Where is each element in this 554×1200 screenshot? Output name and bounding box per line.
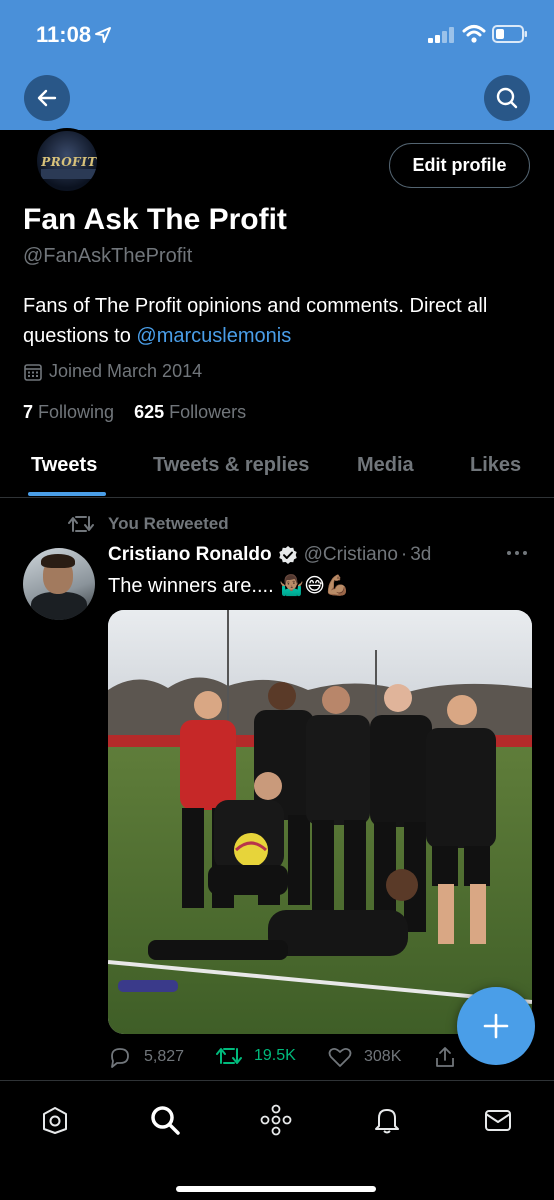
followers-count: 625 (134, 402, 165, 422)
heart-icon (328, 1047, 352, 1067)
tab-media[interactable]: Media (357, 454, 414, 477)
tweet-author-handle[interactable]: @Cristiano (304, 544, 398, 566)
tweet-separator: · (400, 544, 408, 565)
profile-avatar[interactable]: PROFIT (34, 128, 100, 194)
avatar-logo-bar (41, 169, 97, 179)
follow-counts: 7 Following 625 Followers (23, 402, 246, 423)
avatar-logo-text: PROFIT (41, 155, 97, 169)
battery-icon (492, 25, 527, 43)
reply-icon (111, 1048, 129, 1068)
following-count: 7 (23, 402, 34, 422)
status-time: 11:08 (36, 22, 92, 47)
compose-tweet-button[interactable] (457, 987, 535, 1065)
following-label: Following (38, 402, 115, 422)
home-indicator (176, 1186, 376, 1192)
retweet-icon (68, 516, 94, 532)
status-bar: 11:08 (0, 0, 554, 70)
calendar-icon (24, 363, 42, 381)
wifi-icon (462, 25, 486, 43)
retweet-context: You Retweeted (68, 514, 229, 534)
cellular-signal-icon (428, 27, 454, 43)
reply-count: 5,827 (144, 1048, 185, 1065)
active-tab-indicator (28, 492, 106, 496)
tweet-actions: 5,827 19.5K 308K (108, 1046, 468, 1072)
followers-label: Followers (169, 402, 247, 422)
edit-profile-button[interactable]: Edit profile (389, 143, 530, 188)
more-horizontal-icon (507, 551, 527, 555)
tweet-text: The winners are.... 🤷🏽‍♂️😅💪🏽 (108, 575, 350, 597)
tab-likes[interactable]: Likes (470, 454, 521, 477)
avatar-shirt (31, 592, 87, 620)
nav-search[interactable] (148, 1103, 182, 1137)
tab-tweets-and-replies[interactable]: Tweets & replies (153, 454, 309, 477)
followers-link[interactable]: 625 Followers (134, 402, 246, 422)
bio-mention-link[interactable]: @marcuslemonis (136, 325, 291, 347)
tweet-media-photo[interactable] (108, 610, 532, 1034)
back-button[interactable] (24, 75, 70, 121)
tweet-time: 3d (410, 544, 432, 565)
plus-icon (483, 1013, 509, 1039)
retweet-count: 19.5K (254, 1047, 296, 1064)
profile-name: Fan Ask The Profit (23, 203, 287, 236)
nav-home[interactable] (38, 1103, 72, 1137)
profile-bio: Fans of The Profit opinions and comments… (23, 291, 533, 351)
search-icon (496, 87, 518, 109)
avatar-hair (41, 554, 75, 568)
reply-button[interactable]: 5,827 (108, 1046, 184, 1068)
arrow-left-icon (37, 89, 57, 107)
like-count: 308K (364, 1048, 402, 1065)
tweet-more-button[interactable] (506, 540, 528, 563)
profile-tabs: Tweets Tweets & replies Media Likes (0, 440, 554, 498)
nav-messages[interactable] (481, 1103, 515, 1137)
retweet-button[interactable]: 19.5K (216, 1046, 296, 1066)
retweet-label: You Retweeted (108, 514, 229, 533)
tweet-author-name[interactable]: Cristiano Ronaldo (108, 544, 272, 566)
verified-badge-icon (278, 546, 297, 564)
tweet-author-avatar[interactable] (23, 548, 95, 620)
search-button[interactable] (484, 75, 530, 121)
profile-handle: @FanAskTheProfit (23, 245, 193, 267)
location-arrow-icon (95, 27, 111, 43)
joined-text: Joined March 2014 (49, 361, 203, 381)
messages-icon (485, 1110, 511, 1131)
notifications-icon (375, 1109, 399, 1134)
tab-tweets[interactable]: Tweets (31, 454, 97, 477)
spaces-icon (260, 1104, 292, 1136)
team-photo-image (108, 610, 532, 1034)
tweet-header: Cristiano Ronaldo @Cristiano · 3d (108, 544, 431, 566)
search-icon (151, 1106, 180, 1135)
bottom-navigation (0, 1080, 554, 1200)
share-icon (436, 1047, 454, 1067)
retweet-icon (216, 1048, 242, 1064)
following-link[interactable]: 7 Following (23, 402, 114, 422)
like-button[interactable]: 308K (328, 1046, 401, 1068)
home-icon (43, 1107, 67, 1134)
joined-date: Joined March 2014 (23, 361, 202, 382)
nav-notifications[interactable] (370, 1103, 404, 1137)
share-button[interactable] (434, 1046, 468, 1068)
nav-spaces[interactable] (259, 1103, 293, 1137)
